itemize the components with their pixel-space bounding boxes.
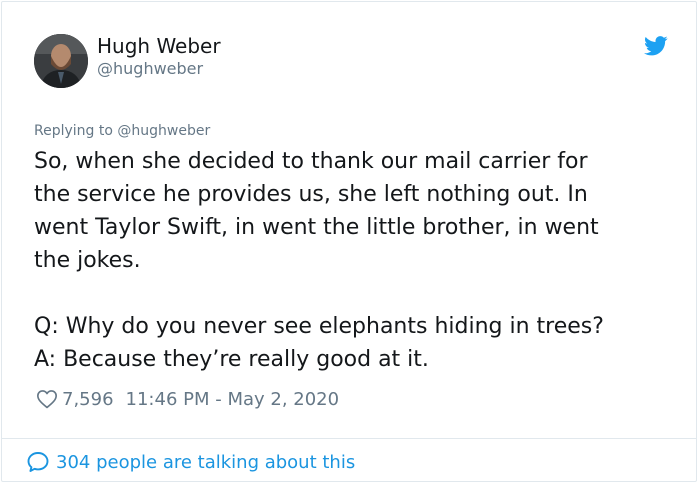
avatar[interactable] <box>34 34 88 88</box>
conversation-link[interactable]: 304 people are talking about this <box>26 450 355 474</box>
speech-bubble-icon <box>27 452 49 472</box>
tweet-card: Hugh Weber @hughweber Replying to @hughw… <box>1 1 697 482</box>
conversation-link-label: 304 people are talking about this <box>56 451 356 473</box>
timestamp[interactable]: 11:46 PM - May 2, 2020 <box>126 389 340 410</box>
heart-icon[interactable] <box>36 388 58 410</box>
twitter-bird-icon[interactable] <box>644 36 668 56</box>
like-count[interactable]: 7,596 <box>62 389 114 410</box>
tweet-meta: 7,596 11:46 PM - May 2, 2020 <box>36 387 339 411</box>
avatar-photo-icon <box>34 34 88 88</box>
divider <box>2 438 696 439</box>
replying-to: Replying to @hughweber <box>34 123 211 139</box>
display-name[interactable]: Hugh Weber <box>97 34 221 58</box>
tweet-text: So, when she decided to thank our mail c… <box>34 149 604 372</box>
handle[interactable]: @hughweber <box>97 59 203 79</box>
